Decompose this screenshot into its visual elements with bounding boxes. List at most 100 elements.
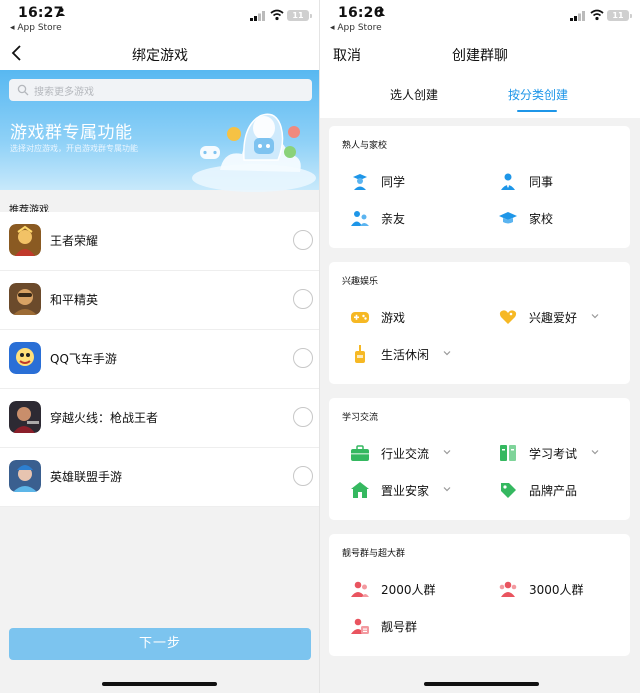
category-label: 亲友 bbox=[381, 212, 406, 226]
crossfire-icon bbox=[9, 401, 41, 433]
category-card-acquaintances: 熟人与家校 同学 同事 亲友 家校 bbox=[329, 126, 630, 248]
next-step-button[interactable]: 下一步 bbox=[9, 628, 311, 660]
status-bar: 16:26 ◂ App Store 11 bbox=[320, 0, 640, 38]
banner-title: 游戏群专属功能 bbox=[10, 123, 133, 143]
banner-subtitle: 选择对应游戏，开启游戏群专属功能 bbox=[10, 144, 138, 153]
category-label: 行业交流 bbox=[381, 447, 430, 461]
create-mode-tabs: 选人创建 按分类创建 bbox=[320, 70, 640, 118]
category-study-exams[interactable]: 学习考试 bbox=[499, 443, 624, 463]
person-status-icon bbox=[58, 8, 65, 16]
gamepad-icon bbox=[351, 312, 369, 323]
search-input[interactable]: 搜索更多游戏 bbox=[9, 79, 312, 101]
category-label: 同学 bbox=[381, 175, 406, 189]
category-2000-group[interactable]: 2000人群 bbox=[351, 579, 481, 599]
category-label: 品牌产品 bbox=[529, 484, 578, 498]
back-to-app-store-link[interactable]: ◂ App Store bbox=[330, 23, 382, 33]
list-item[interactable]: 和平精英 bbox=[0, 271, 320, 330]
chevron-down-icon bbox=[443, 351, 451, 356]
battery-icon: 11 bbox=[287, 10, 312, 21]
section-title: 靓号群与超大群 bbox=[342, 549, 406, 559]
category-label: 3000人群 bbox=[529, 583, 584, 597]
list-item[interactable]: 英雄联盟手游 bbox=[0, 448, 320, 507]
game-name: QQ飞车手游 bbox=[50, 352, 117, 366]
category-3000-group[interactable]: 3000人群 bbox=[499, 579, 619, 599]
category-label: 生活休闲 bbox=[381, 348, 430, 362]
category-label: 2000人群 bbox=[381, 583, 436, 597]
family-icon bbox=[351, 211, 369, 226]
page-title: 创建群聊 bbox=[452, 48, 508, 64]
category-label: 游戏 bbox=[381, 311, 406, 325]
section-title: 学习交流 bbox=[342, 413, 379, 423]
tab-select-people[interactable]: 选人创建 bbox=[390, 86, 438, 103]
house-icon bbox=[351, 482, 369, 498]
nav-bar: 绑定游戏 bbox=[0, 38, 320, 70]
search-placeholder: 搜索更多游戏 bbox=[34, 87, 94, 98]
status-time: 16:27 bbox=[18, 5, 64, 21]
tab-by-category[interactable]: 按分类创建 bbox=[508, 86, 568, 103]
page-title: 绑定游戏 bbox=[132, 48, 188, 64]
category-card-large-groups: 靓号群与超大群 2000人群 3000人群 靓号群 bbox=[329, 534, 630, 656]
drink-icon bbox=[355, 345, 365, 363]
category-industry[interactable]: 行业交流 bbox=[351, 443, 491, 463]
category-brands[interactable]: 品牌产品 bbox=[499, 480, 619, 500]
select-radio[interactable] bbox=[293, 230, 313, 250]
wifi-icon bbox=[590, 9, 604, 21]
qq-speed-icon bbox=[9, 342, 41, 374]
colleague-icon bbox=[501, 173, 515, 190]
category-label: 学习考试 bbox=[529, 447, 578, 461]
list-item[interactable]: 穿越火线：枪战王者 bbox=[0, 389, 320, 448]
category-home-school[interactable]: 家校 bbox=[499, 208, 619, 228]
select-radio[interactable] bbox=[293, 407, 313, 427]
vip-group-icon bbox=[351, 618, 369, 634]
chevron-down-icon bbox=[591, 450, 599, 455]
category-label: 置业安家 bbox=[381, 484, 430, 498]
league-of-legends-icon bbox=[9, 460, 41, 492]
person-status-icon bbox=[378, 8, 385, 16]
category-lifestyle[interactable]: 生活休闲 bbox=[351, 344, 491, 364]
briefcase-icon bbox=[351, 445, 369, 461]
battery-icon: 11 bbox=[607, 10, 632, 21]
category-label: 靓号群 bbox=[381, 620, 418, 634]
section-title: 兴趣娱乐 bbox=[342, 277, 379, 287]
wifi-icon bbox=[270, 9, 284, 21]
category-card-learning: 学习交流 行业交流 学习考试 置业安家 品牌产品 bbox=[329, 398, 630, 520]
game-name: 英雄联盟手游 bbox=[50, 470, 123, 484]
active-tab-indicator bbox=[517, 110, 557, 112]
list-item[interactable]: 王者荣耀 bbox=[0, 212, 320, 271]
back-to-app-store-link[interactable]: ◂ App Store bbox=[10, 23, 62, 33]
status-bar: 16:27 ◂ App Store 11 bbox=[0, 0, 320, 38]
category-label: 同事 bbox=[529, 175, 554, 189]
status-time: 16:26 bbox=[338, 5, 384, 21]
game-name: 和平精英 bbox=[50, 293, 99, 307]
category-family[interactable]: 亲友 bbox=[351, 208, 481, 228]
select-radio[interactable] bbox=[293, 348, 313, 368]
school-cap-icon bbox=[499, 212, 517, 224]
category-card-interests: 兴趣娱乐 游戏 兴趣爱好 生活休闲 bbox=[329, 262, 630, 384]
category-classmates[interactable]: 同学 bbox=[351, 171, 481, 191]
home-indicator[interactable] bbox=[424, 682, 539, 686]
group-3000-icon bbox=[499, 581, 517, 597]
signal-icon bbox=[570, 11, 585, 21]
home-indicator[interactable] bbox=[102, 682, 217, 686]
category-vip-number-group[interactable]: 靓号群 bbox=[351, 616, 481, 636]
chevron-down-icon bbox=[443, 487, 451, 492]
peace-elite-icon bbox=[9, 283, 41, 315]
honor-of-kings-icon bbox=[9, 224, 41, 256]
tag-icon bbox=[501, 483, 516, 498]
create-group-screen: 16:26 ◂ App Store 11 取消 创建群聊 选人创建 按分类创建 … bbox=[320, 0, 640, 693]
game-name: 穿越火线：枪战王者 bbox=[50, 411, 159, 425]
nav-bar: 取消 创建群聊 bbox=[320, 38, 640, 70]
category-colleagues[interactable]: 同事 bbox=[499, 171, 619, 191]
book-icon bbox=[500, 445, 516, 461]
select-radio[interactable] bbox=[293, 466, 313, 486]
graduate-icon bbox=[353, 174, 367, 190]
heart-icon bbox=[499, 310, 517, 324]
category-real-estate[interactable]: 置业安家 bbox=[351, 480, 491, 500]
section-title: 熟人与家校 bbox=[342, 141, 388, 151]
list-item[interactable]: QQ飞车手游 bbox=[0, 330, 320, 389]
select-radio[interactable] bbox=[293, 289, 313, 309]
search-icon bbox=[17, 84, 29, 96]
category-label: 兴趣爱好 bbox=[529, 311, 578, 325]
category-games[interactable]: 游戏 bbox=[351, 307, 481, 327]
category-hobbies[interactable]: 兴趣爱好 bbox=[499, 307, 619, 327]
